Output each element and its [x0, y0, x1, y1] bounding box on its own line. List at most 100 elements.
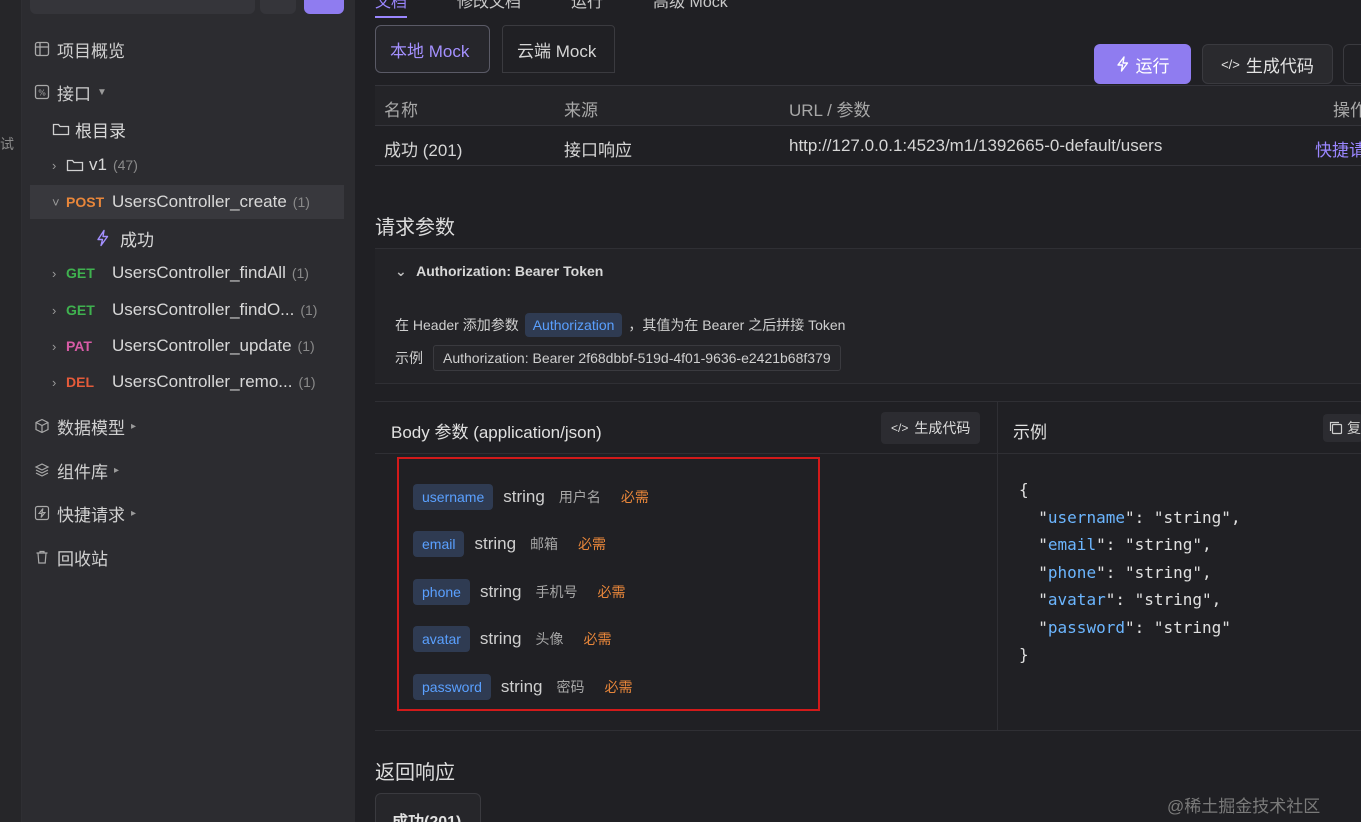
run-label: 运行 [1135, 56, 1170, 76]
api-icon: % [34, 84, 50, 100]
tree-root[interactable]: 根目录 [52, 114, 126, 144]
sidebar-item-trash[interactable]: 回收站 [34, 545, 108, 569]
body-header: Body 参数 (application/json) </> 生成代码 示例 复 [375, 402, 1361, 454]
field-name: phone [413, 579, 470, 605]
tab-response-success[interactable]: 成功(201) [375, 793, 481, 822]
json-value: "string", [1153, 507, 1241, 527]
json-value: "string" [1153, 617, 1231, 637]
copy-icon [1329, 421, 1343, 435]
caret-right-icon: ▸ [131, 420, 137, 432]
request-params-title: 请求参数 [375, 217, 455, 239]
tree-folder-v1[interactable]: › v1 (47) [52, 150, 138, 180]
sidebar-item-components[interactable]: 组件库 ▸ [34, 458, 119, 482]
sidebar-item-overview[interactable]: 项目概览 [34, 37, 125, 61]
tree-item-mock-success[interactable]: 成功 [94, 223, 154, 253]
layers-icon [34, 462, 50, 478]
cube-icon [34, 418, 50, 434]
rail-label: 试 [0, 136, 14, 152]
generate-code-button[interactable]: </> 生成代码 [1202, 44, 1333, 84]
json-key: username [1047, 507, 1125, 527]
sidebar-item-api[interactable]: % 接口 ▼ [34, 80, 107, 104]
code-icon: </> [891, 421, 909, 435]
json-value: "string", [1124, 562, 1212, 582]
tree-item-post-create[interactable]: ˅ POST UsersController_create (1) [30, 185, 344, 219]
json-key: password [1047, 617, 1125, 637]
field-type: string [500, 677, 543, 696]
response-title: 返回响应 [375, 762, 455, 784]
field-desc: 密码 [556, 679, 585, 695]
sidebar-item-label: 接口 [57, 84, 91, 104]
tree-item-get-findall[interactable]: › GET UsersController_findAll (1) [52, 258, 309, 288]
sidebar: 项目概览 % 接口 ▼ 根目录 › v1 (47) ˅ POST UsersCo… [22, 0, 355, 822]
sidebar-item-quick-request[interactable]: 快捷请求 ▸ [34, 501, 136, 525]
method-badge: GET [66, 302, 95, 318]
main-panel: 文档 修改文档 运行 高级 Mock 本地 Mock 云端 Mock 运行 </… [355, 0, 1361, 822]
quick-request-link[interactable]: 快捷请 [1315, 136, 1361, 161]
left-rail: 试 [0, 0, 22, 822]
endpoint-count: (1) [297, 338, 315, 354]
json-key: avatar [1047, 590, 1106, 609]
auth-example: 示例 Authorization: Bearer 2f68dbbf-519d-4… [395, 345, 841, 371]
auth-title: Authorization: Bearer Token [416, 263, 604, 279]
folder-count: (47) [112, 157, 138, 173]
json-close: } [1019, 645, 1029, 664]
field-type: string [474, 534, 517, 553]
field-required: 必需 [604, 679, 633, 695]
highlight-box: username string 用户名 必需 email string 邮箱 必… [397, 457, 820, 711]
endpoint-name: UsersController_update [112, 336, 292, 355]
endpoint-count: (1) [291, 265, 309, 281]
lightning-icon [34, 505, 50, 521]
auth-header[interactable]: ⌄ Authorization: Bearer Token [395, 263, 603, 280]
tab-doc[interactable]: 文档 [375, 0, 408, 18]
tab-run[interactable]: 运行 [571, 0, 603, 18]
field-row: username string 用户名 必需 [413, 484, 649, 510]
folder-icon [66, 157, 84, 173]
search-input[interactable] [30, 0, 255, 14]
sidebar-item-label: 快捷请求 [57, 505, 125, 525]
tree-root-label: 根目录 [75, 121, 126, 141]
tab-cloud-mock[interactable]: 云端 Mock [502, 25, 615, 73]
body-generate-code-label: 生成代码 [914, 420, 971, 436]
field-required: 必需 [583, 631, 612, 647]
field-desc: 用户名 [558, 489, 601, 505]
more-button[interactable] [1343, 44, 1361, 84]
row-url[interactable]: http://127.0.0.1:4523/m1/1392665-0-defau… [789, 136, 1162, 156]
field-name: username [413, 484, 494, 510]
tree-item-patch-update[interactable]: › PAT UsersController_update (1) [52, 331, 315, 361]
field-row: email string 邮箱 必需 [413, 531, 606, 557]
sidebar-tool-button[interactable] [260, 0, 296, 14]
example-title: 示例 [1013, 423, 1047, 442]
tree-item-get-findone[interactable]: › GET UsersController_findO... (1) [52, 295, 317, 325]
field-type: string [503, 487, 545, 506]
tab-advanced-mock[interactable]: 高级 Mock [653, 0, 728, 18]
auth-description: 在 Header 添加参数 Authorization ，其值为在 Bearer… [395, 313, 845, 337]
field-type: string [479, 629, 522, 648]
auth-example-value[interactable]: Authorization: Bearer 2f68dbbf-519d-4f01… [433, 345, 841, 371]
tab-local-mock[interactable]: 本地 Mock [375, 25, 490, 73]
chevron-down-icon: ⌄ [395, 263, 407, 279]
field-row: avatar string 头像 必需 [413, 626, 612, 652]
field-row: password string 密码 必需 [413, 674, 633, 700]
add-button[interactable] [304, 0, 344, 14]
mock-table: 名称 来源 URL / 参数 操作 成功 (201) 接口响应 http://1… [375, 85, 1361, 166]
sidebar-item-label: 项目概览 [57, 41, 125, 61]
sidebar-item-models[interactable]: 数据模型 ▸ [34, 414, 136, 438]
endpoint-count: (1) [292, 194, 310, 210]
watermark: @稀土掘金技术社区 [1167, 797, 1321, 816]
run-button[interactable]: 运行 [1094, 44, 1191, 84]
endpoint-name: UsersController_findO... [112, 300, 295, 319]
chevron-right-icon: › [52, 302, 57, 318]
tab-edit-doc[interactable]: 修改文档 [457, 0, 521, 18]
overview-icon [34, 41, 50, 57]
body-generate-code-button[interactable]: </> 生成代码 [881, 412, 981, 444]
trash-icon [34, 549, 50, 565]
field-row: phone string 手机号 必需 [413, 579, 626, 605]
auth-panel: ⌄ Authorization: Bearer Token 在 Header 添… [375, 248, 1361, 384]
generate-code-label: 生成代码 [1245, 56, 1314, 76]
lightning-icon [1116, 56, 1130, 72]
json-open: { [1019, 480, 1029, 499]
row-source: 接口响应 [564, 141, 632, 160]
tree-item-delete-remove[interactable]: › DEL UsersController_remo... (1) [52, 367, 316, 397]
copy-button[interactable]: 复 [1323, 414, 1361, 442]
sidebar-item-label: 回收站 [57, 549, 108, 569]
